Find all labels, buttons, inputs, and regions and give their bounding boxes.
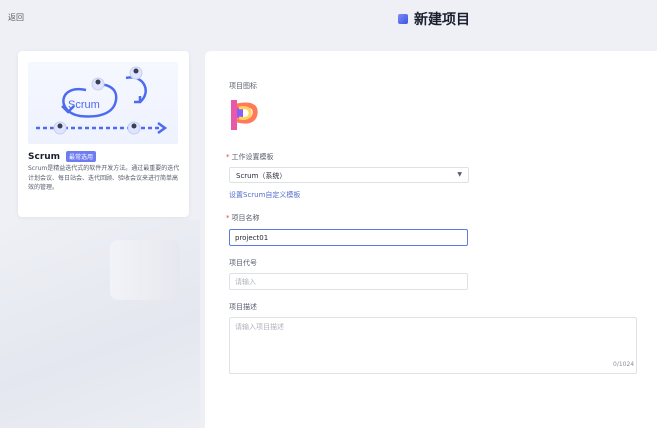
- project-description-label: 项目描述: [229, 303, 257, 311]
- project-icon-label: 项目图标: [229, 82, 257, 90]
- project-form: 项目图标 * 工作设置模板 Scrum（系统） ▼ 设置Scrum自定义模板 * 项…: [205, 51, 657, 428]
- project-code-input[interactable]: [229, 273, 468, 290]
- scrum-illustration: Scrum: [28, 62, 178, 144]
- page-header: 新建项目: [398, 9, 470, 29]
- project-icon: [398, 14, 408, 24]
- popular-badge: 最常选用: [66, 151, 97, 162]
- description-char-counter: 0/1024: [613, 361, 635, 368]
- custom-template-link[interactable]: 设置Scrum自定义模板: [229, 190, 300, 200]
- back-link[interactable]: 返回: [8, 12, 24, 23]
- project-logo-icon: [231, 100, 258, 130]
- background-decoration-shape: [110, 240, 180, 300]
- project-logo-picker[interactable]: [229, 98, 263, 134]
- top-bar: 返回 新建项目: [0, 0, 657, 36]
- template-description: Scrum是精益迭代式的软件开发方法。通过最重要的迭代计划会议、每日站会、迭代回…: [28, 165, 180, 191]
- project-code-label: 项目代号: [229, 259, 257, 267]
- template-select-label: * 工作设置模板: [226, 153, 274, 161]
- project-description-input[interactable]: [229, 317, 637, 374]
- template-select-value: Scrum（系统）: [236, 172, 287, 180]
- template-name-row: Scrum 最常选用: [28, 151, 97, 162]
- page-title: 新建项目: [414, 12, 470, 28]
- template-card-scrum[interactable]: Scrum Scrum 最常选用 Scrum是精益迭代式的软件开发方法。通过最重…: [18, 51, 189, 217]
- scrum-cycle-illustration: Scrum: [36, 66, 168, 135]
- chevron-down-icon: ▼: [457, 171, 462, 178]
- illustration-text: Scrum: [68, 99, 100, 111]
- project-name-label: * 项目名称: [226, 214, 260, 222]
- template-name: Scrum: [28, 151, 61, 162]
- project-name-input[interactable]: [229, 229, 468, 246]
- template-select[interactable]: Scrum（系统） ▼: [229, 167, 469, 183]
